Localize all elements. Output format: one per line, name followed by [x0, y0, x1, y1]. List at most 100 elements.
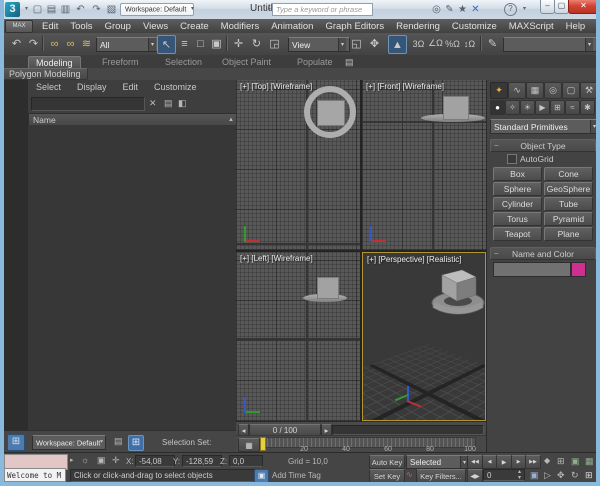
- zoom-extents-icon[interactable]: ▣: [530, 470, 539, 481]
- menu-group[interactable]: Group: [99, 21, 137, 32]
- save-file-icon[interactable]: ▥: [59, 3, 72, 16]
- viewport-perspective[interactable]: [+] [Perspective] [Realistic]: [362, 252, 486, 421]
- explorer-display-icon[interactable]: ▤: [164, 98, 173, 109]
- time-marker[interactable]: [260, 437, 266, 451]
- explorer-menu-customize[interactable]: Customize: [146, 82, 205, 95]
- z-coordinate-field[interactable]: 0,0: [229, 455, 263, 467]
- menu-tools[interactable]: Tools: [64, 21, 98, 32]
- use-pivot-center-icon[interactable]: ◱: [348, 35, 365, 52]
- pan-hand-icon[interactable]: ✥: [557, 470, 565, 481]
- app-logo-icon[interactable]: 3: [5, 2, 20, 17]
- reference-coordinate-dropdown[interactable]: View ▾: [288, 37, 350, 52]
- geosphere-button[interactable]: GeoSphere: [544, 182, 593, 196]
- select-and-manipulate-icon[interactable]: ✥: [366, 35, 383, 52]
- open-file-icon[interactable]: ▤: [45, 3, 58, 16]
- category-geometry-icon[interactable]: ●: [490, 100, 505, 115]
- mini-curve-editor-icon[interactable]: ▦: [238, 438, 260, 452]
- help-icon[interactable]: ?: [504, 3, 517, 16]
- next-frame-button-icon[interactable]: ▶: [511, 455, 526, 469]
- box-object-left[interactable]: [317, 277, 339, 299]
- go-to-end-icon[interactable]: ▶▶: [525, 455, 541, 469]
- keyboard-override-icon[interactable]: ▲: [388, 35, 407, 54]
- box-button[interactable]: Box: [493, 167, 542, 181]
- rectangular-selection-region-icon[interactable]: □: [192, 35, 209, 52]
- category-systems-icon[interactable]: ✱: [580, 100, 595, 115]
- key-curve-icon[interactable]: ∿: [406, 470, 413, 479]
- viewport-front-label[interactable]: [+] [Front] [Wireframe]: [366, 82, 444, 91]
- object-color-swatch[interactable]: [571, 262, 586, 277]
- redo-icon[interactable]: ↷: [90, 3, 103, 16]
- menu-create[interactable]: Create: [174, 21, 215, 32]
- field-of-view-icon[interactable]: ▷: [544, 470, 551, 481]
- category-shapes-icon[interactable]: ✧: [505, 100, 520, 115]
- orbit-icon[interactable]: ↻: [571, 470, 579, 481]
- add-time-tag[interactable]: Add Time Tag: [272, 471, 321, 480]
- category-lights-icon[interactable]: ☀: [520, 100, 535, 115]
- max-app-button[interactable]: MAX: [5, 19, 33, 33]
- object-type-rollout[interactable]: − Object Type: [490, 139, 596, 152]
- select-and-scale-icon[interactable]: ◲: [266, 35, 283, 52]
- maxscript-listener[interactable]: Welcome to M: [4, 468, 66, 482]
- close-button[interactable]: ✕: [568, 0, 599, 14]
- redo-scene-icon[interactable]: ↷: [25, 35, 42, 52]
- name-color-rollout[interactable]: − Name and Color: [490, 247, 596, 260]
- menu-customize[interactable]: Customize: [446, 21, 503, 32]
- tab-create-icon[interactable]: ✦: [490, 82, 508, 99]
- menu-graph-editors[interactable]: Graph Editors: [319, 21, 390, 32]
- key-filters-button[interactable]: Key Filters...: [416, 469, 466, 483]
- sphere-button[interactable]: Sphere: [493, 182, 542, 196]
- teapot-button[interactable]: Teapot: [493, 227, 542, 241]
- viewport-top[interactable]: [+] [Top] [Wireframe]: [236, 80, 360, 250]
- viewport-left[interactable]: [+] [Left] [Wireframe]: [236, 252, 360, 421]
- primitives-dropdown[interactable]: Standard Primitives ▾: [490, 119, 600, 134]
- viewport-layout-icon[interactable]: ⊞: [7, 434, 25, 451]
- tab-modify-icon[interactable]: ∿: [508, 82, 526, 99]
- category-spacewarps-icon[interactable]: ≈: [565, 100, 580, 115]
- cone-button[interactable]: Cone: [544, 167, 593, 181]
- y-coordinate-field[interactable]: -128,59: [182, 455, 222, 467]
- previous-frame-button-icon[interactable]: ◀: [482, 455, 497, 469]
- select-and-rotate-icon[interactable]: ↻: [248, 35, 265, 52]
- category-cameras-icon[interactable]: ▶: [535, 100, 550, 115]
- exchange-icon[interactable]: ✕: [469, 3, 482, 16]
- time-configuration-icon[interactable]: ◀▶: [467, 469, 483, 483]
- torus-button[interactable]: Torus: [493, 212, 542, 226]
- selection-lock-icon[interactable]: ▣: [97, 455, 106, 466]
- ribbon-tab-populate[interactable]: Populate: [290, 56, 340, 68]
- menu-animation[interactable]: Animation: [265, 21, 319, 32]
- menu-edit[interactable]: Edit: [36, 21, 64, 32]
- scene-explorer-toggle-icon[interactable]: ⊞: [128, 435, 144, 451]
- polygon-modeling-panel[interactable]: Polygon Modeling: [2, 68, 88, 80]
- maximize-button[interactable]: ▢: [554, 0, 569, 14]
- spinner-snap-icon[interactable]: ↕Ω: [461, 35, 478, 52]
- frame-spinner-down-icon[interactable]: ▾: [518, 474, 521, 481]
- explorer-menu-display[interactable]: Display: [69, 82, 115, 95]
- sound-options-icon[interactable]: ▦: [585, 456, 594, 467]
- explorer-lock-icon[interactable]: ◧: [178, 98, 187, 109]
- transform-gizmo-icon[interactable]: ✛: [112, 455, 120, 466]
- menu-maxscript[interactable]: MAXScript: [503, 21, 560, 32]
- selected-set-dropdown[interactable]: Selected ▾: [406, 455, 472, 469]
- viewport-perspective-label[interactable]: [+] [Perspective] [Realistic]: [367, 255, 461, 264]
- select-object-icon[interactable]: ↖: [157, 35, 176, 54]
- infocenter-search-icon[interactable]: ◎: [430, 3, 443, 16]
- explorer-menu-edit[interactable]: Edit: [115, 82, 147, 95]
- snap-keys-icon[interactable]: ▣: [571, 456, 580, 467]
- maximize-viewport-icon[interactable]: ⊞: [585, 470, 593, 481]
- time-slider-track[interactable]: [332, 425, 484, 435]
- time-grid-icon[interactable]: ⊞: [557, 456, 565, 467]
- menu-modifiers[interactable]: Modifiers: [215, 21, 266, 32]
- auto-key-button[interactable]: Auto Key: [369, 455, 405, 469]
- tab-display-icon[interactable]: ▢: [562, 82, 580, 99]
- help-caret-icon[interactable]: ▾: [518, 3, 531, 16]
- select-and-move-icon[interactable]: ✛: [230, 35, 247, 52]
- tube-button[interactable]: Tube: [544, 197, 593, 211]
- x-coordinate-field[interactable]: -54,08: [135, 455, 175, 467]
- explorer-clear-icon[interactable]: ✕: [149, 98, 157, 109]
- unlink-selection-icon[interactable]: ∞: [62, 35, 79, 52]
- explorer-list-area[interactable]: [28, 125, 236, 430]
- workspace-bottom-caret-icon[interactable]: ▾: [100, 438, 103, 445]
- project-folder-icon[interactable]: ▧: [105, 3, 118, 16]
- explorer-menu-select[interactable]: Select: [28, 82, 69, 95]
- isolate-bulb-icon[interactable]: ☼: [81, 455, 89, 465]
